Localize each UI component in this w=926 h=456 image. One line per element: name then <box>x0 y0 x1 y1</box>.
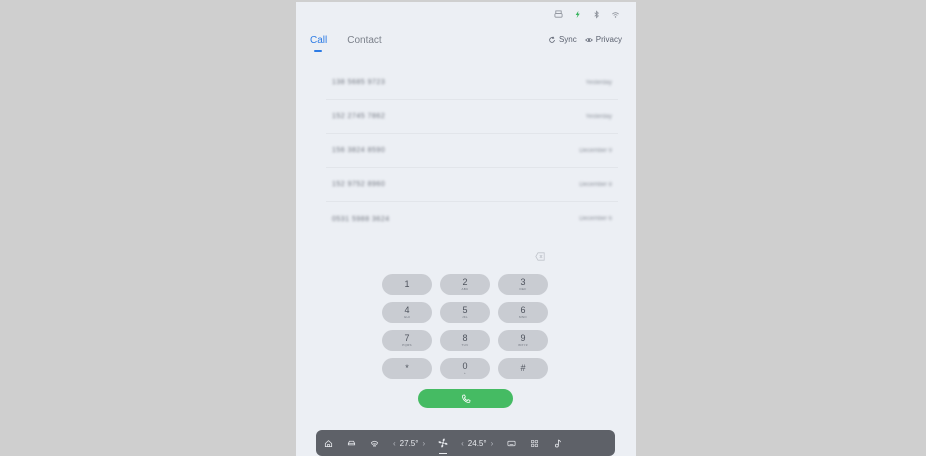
call-number: 152 2745 7862 <box>332 113 386 120</box>
call-log-item[interactable]: 156 3824 8590 December 9 <box>326 134 618 168</box>
key-digit: 3 <box>520 277 526 287</box>
key-letters: GHI <box>403 315 411 319</box>
key-letters: JKL <box>461 315 469 319</box>
key-0[interactable]: 0 + <box>440 358 490 379</box>
printer-icon <box>554 10 563 19</box>
key-letters: WXYZ <box>518 343 528 347</box>
key-digit: 4 <box>404 305 410 315</box>
phone-app-screen: Call Contact Sync Privacy 138 5685 9723 … <box>296 2 636 456</box>
right-temperature-value: 24.5° <box>467 438 487 448</box>
temp-decrease-icon[interactable]: ‹ <box>393 439 396 448</box>
backspace-icon[interactable] <box>535 252 545 261</box>
key-letters: DEF <box>519 287 527 291</box>
key-star[interactable]: * <box>382 358 432 379</box>
key-7[interactable]: 7 PQRS <box>382 330 432 351</box>
sync-button[interactable]: Sync <box>548 35 577 44</box>
call-time: December 8 <box>579 181 612 188</box>
call-time: Yesterday <box>585 113 612 120</box>
temp-increase-icon[interactable]: › <box>491 439 494 448</box>
key-9[interactable]: 9 WXYZ <box>498 330 548 351</box>
key-digit: 8 <box>462 333 468 343</box>
call-time: December 9 <box>579 147 612 154</box>
key-digit: 5 <box>462 305 468 315</box>
tab-contact[interactable]: Contact <box>347 35 381 50</box>
bluetooth-icon <box>592 10 601 19</box>
key-1[interactable]: 1 <box>382 274 432 295</box>
tab-bar: Call Contact <box>310 35 382 52</box>
charging-icon <box>573 10 582 19</box>
left-temperature-value: 27.5° <box>399 438 419 448</box>
privacy-label: Privacy <box>595 35 622 44</box>
call-time: December 6 <box>579 216 612 222</box>
key-letters: TUV <box>461 343 469 347</box>
key-digit: 9 <box>520 333 526 343</box>
key-4[interactable]: 4 GHI <box>382 302 432 323</box>
key-digit: 6 <box>520 305 526 315</box>
status-bar <box>554 10 620 19</box>
phone-icon <box>461 394 471 404</box>
eye-icon <box>584 36 593 44</box>
defrost-icon[interactable] <box>370 439 379 448</box>
call-log-list: 138 5685 9723 Yesterday 152 2745 7862 Ye… <box>326 66 618 236</box>
wifi-icon <box>611 10 620 19</box>
key-digit: 1 <box>404 279 410 289</box>
privacy-button[interactable]: Privacy <box>584 35 622 44</box>
call-number: 0531 5988 3624 <box>332 215 390 223</box>
music-note-icon[interactable] <box>553 439 562 448</box>
key-hash[interactable]: # <box>498 358 548 379</box>
key-digit: 7 <box>404 333 410 343</box>
call-number: 156 3824 8590 <box>332 147 386 154</box>
car-icon[interactable] <box>347 439 356 448</box>
key-3[interactable]: 3 DEF <box>498 274 548 295</box>
fan-icon[interactable] <box>437 437 449 454</box>
sync-label: Sync <box>558 35 577 44</box>
key-digit: 2 <box>462 277 468 287</box>
tab-call[interactable]: Call <box>310 35 327 52</box>
key-5[interactable]: 5 JKL <box>440 302 490 323</box>
apps-grid-icon[interactable] <box>530 439 539 448</box>
call-number: 138 5685 9723 <box>332 79 386 86</box>
key-2[interactable]: 2 ABC <box>440 274 490 295</box>
keyboard-icon[interactable] <box>507 439 516 448</box>
key-letters: ABC <box>461 287 469 291</box>
call-log-item[interactable]: 152 9752 8960 December 8 <box>326 168 618 202</box>
key-digit: # <box>520 363 526 373</box>
key-letters: PQRS <box>402 343 412 347</box>
home-icon[interactable] <box>324 439 333 448</box>
temp-increase-icon[interactable]: › <box>422 439 425 448</box>
call-log-item[interactable]: 0531 5988 3624 December 6 <box>326 202 618 236</box>
call-number: 152 9752 8960 <box>332 181 386 188</box>
left-temperature-control[interactable]: ‹ 27.5° › <box>393 439 425 448</box>
sync-icon <box>548 36 556 44</box>
call-log-item[interactable]: 138 5685 9723 Yesterday <box>326 66 618 100</box>
key-letters: + <box>463 371 467 375</box>
header-actions: Sync Privacy <box>548 35 622 44</box>
temp-decrease-icon[interactable]: ‹ <box>461 439 464 448</box>
key-letters: MNO <box>519 315 527 319</box>
call-log-item[interactable]: 152 2745 7862 Yesterday <box>326 100 618 134</box>
key-6[interactable]: 6 MNO <box>498 302 548 323</box>
key-8[interactable]: 8 TUV <box>440 330 490 351</box>
vehicle-dock: ‹ 27.5° › ‹ 24.5° › <box>316 430 615 456</box>
key-digit: * <box>405 363 409 373</box>
right-temperature-control[interactable]: ‹ 24.5° › <box>461 439 493 448</box>
call-time: Yesterday <box>585 79 612 86</box>
dial-keypad: 1 2 ABC 3 DEF 4 GHI 5 JKL 6 MNO 7 PQRS 8 TUV 9W… <box>382 274 548 379</box>
dial-call-button[interactable] <box>418 389 513 408</box>
key-digit: 0 <box>462 361 468 371</box>
